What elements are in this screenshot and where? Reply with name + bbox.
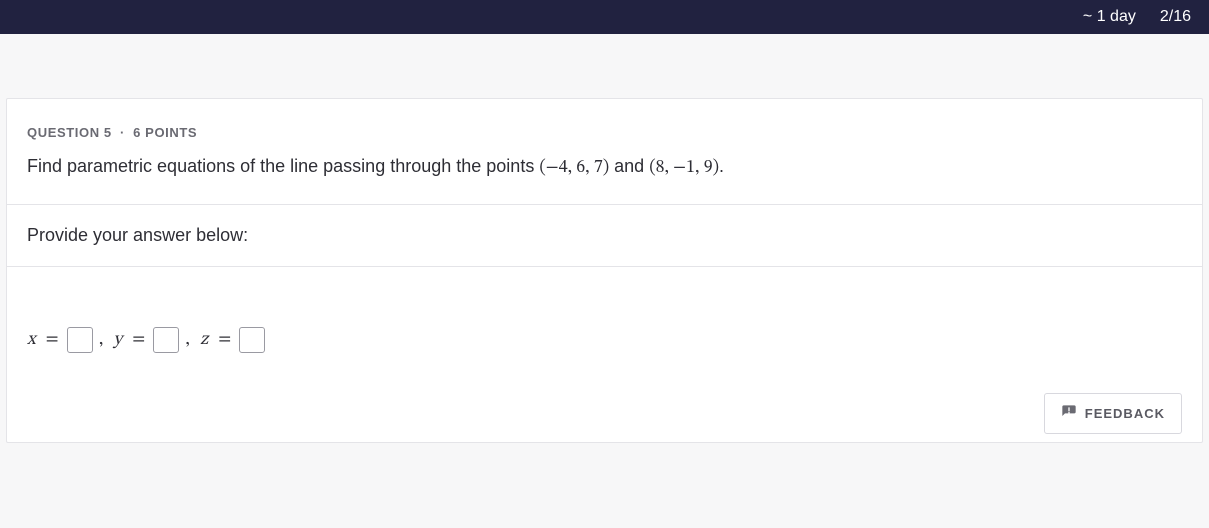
var-x: x <box>27 329 36 352</box>
progress-count: 2/16 <box>1160 8 1191 26</box>
question-number: QUESTION 5 <box>27 125 112 140</box>
var-z: z <box>200 329 208 352</box>
feedback-label: FEEDBACK <box>1085 406 1165 421</box>
point-a: (−4, 6, 7) <box>539 159 609 177</box>
answer-instruction: Provide your answer below: <box>7 205 1202 267</box>
point-b: (8, −1, 9) <box>649 159 719 177</box>
time-remaining: ~ 1 day <box>1083 8 1136 26</box>
prompt-text-mid: and <box>609 156 649 176</box>
prompt-text-prefix: Find parametric equations of the line pa… <box>27 156 539 176</box>
separator-dot: · <box>116 125 129 140</box>
equals-sign: = <box>46 329 59 352</box>
question-prompt: Find parametric equations of the line pa… <box>7 148 1202 205</box>
equation-z: z = <box>200 327 265 353</box>
comma-1: , <box>99 331 103 349</box>
equals-sign: = <box>132 329 145 352</box>
input-z[interactable] <box>239 327 265 353</box>
equation-x: x = <box>27 327 93 353</box>
feedback-row: FEEDBACK <box>7 383 1202 442</box>
equals-sign: = <box>218 329 231 352</box>
question-points: 6 POINTS <box>133 125 197 140</box>
input-x[interactable] <box>67 327 93 353</box>
input-y[interactable] <box>153 327 179 353</box>
question-card: QUESTION 5 · 6 POINTS Find parametric eq… <box>6 98 1203 443</box>
answer-area: x = , y = , z = <box>7 267 1202 383</box>
spacer <box>0 34 1209 98</box>
comma-2: , <box>185 331 189 349</box>
question-header: QUESTION 5 · 6 POINTS <box>7 99 1202 148</box>
feedback-icon <box>1061 404 1077 423</box>
equation-y: y = <box>113 327 179 353</box>
feedback-button[interactable]: FEEDBACK <box>1044 393 1182 434</box>
var-y: y <box>113 329 122 352</box>
prompt-text-suffix: . <box>719 156 724 176</box>
top-bar: ~ 1 day 2/16 <box>0 0 1209 34</box>
